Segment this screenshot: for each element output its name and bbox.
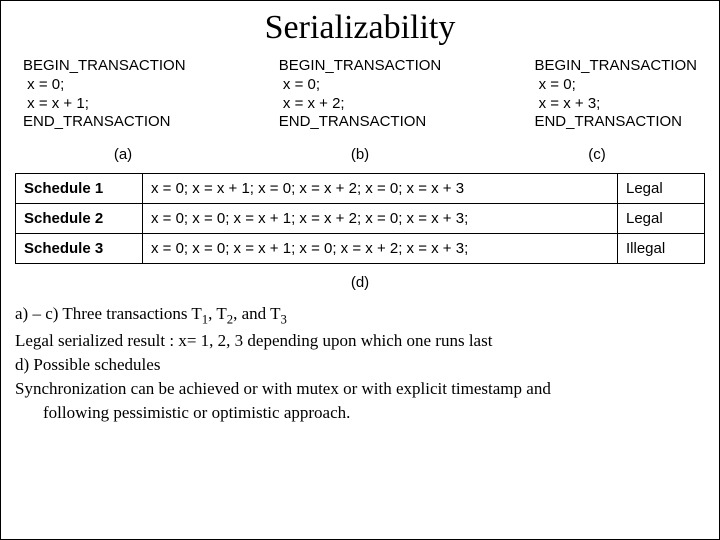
subscript: 3: [280, 312, 286, 326]
table-row: Schedule 1 x = 0; x = x + 1; x = 0; x = …: [16, 174, 705, 204]
schedule-name: Schedule 1: [16, 174, 143, 204]
label-d: (d): [15, 274, 705, 291]
text: , T: [208, 304, 227, 323]
schedule-verdict: Illegal: [618, 234, 705, 264]
slide: Serializability BEGIN_TRANSACTION x = 0;…: [0, 0, 720, 540]
label-b: (b): [260, 146, 460, 163]
schedule-name: Schedule 3: [16, 234, 143, 264]
schedule-name: Schedule 2: [16, 204, 143, 234]
schedule-verdict: Legal: [618, 204, 705, 234]
schedule-ops: x = 0; x = 0; x = x + 1; x = 0; x = x + …: [143, 234, 618, 264]
table-row: Schedule 3 x = 0; x = 0; x = x + 1; x = …: [16, 234, 705, 264]
transaction-b: BEGIN_TRANSACTION x = 0; x = x + 2; END_…: [279, 57, 442, 132]
text: a) – c) Three transactions T: [15, 304, 202, 323]
notes-line-3: d) Possible schedules: [15, 354, 705, 376]
transactions-row: BEGIN_TRANSACTION x = 0; x = x + 1; END_…: [15, 57, 705, 132]
transaction-c: BEGIN_TRANSACTION x = 0; x = x + 3; END_…: [534, 57, 697, 132]
schedule-ops: x = 0; x = 0; x = x + 1; x = x + 2; x = …: [143, 204, 618, 234]
page-title: Serializability: [15, 9, 705, 47]
notes-line-2: Legal serialized result : x= 1, 2, 3 dep…: [15, 330, 705, 352]
schedule-verdict: Legal: [618, 174, 705, 204]
schedules-table: Schedule 1 x = 0; x = x + 1; x = 0; x = …: [15, 173, 705, 264]
notes-line-5: following pessimistic or optimistic appr…: [15, 402, 705, 424]
schedule-ops: x = 0; x = x + 1; x = 0; x = x + 2; x = …: [143, 174, 618, 204]
notes: a) – c) Three transactions T1, T2, and T…: [15, 303, 705, 424]
notes-line-1: a) – c) Three transactions T1, T2, and T…: [15, 303, 705, 328]
label-c: (c): [497, 146, 697, 163]
transaction-a: BEGIN_TRANSACTION x = 0; x = x + 1; END_…: [23, 57, 186, 132]
text: , and T: [233, 304, 280, 323]
label-a: (a): [23, 146, 223, 163]
transaction-labels: (a) (b) (c): [15, 146, 705, 163]
notes-line-4: Synchronization can be achieved or with …: [15, 378, 705, 400]
table-row: Schedule 2 x = 0; x = 0; x = x + 1; x = …: [16, 204, 705, 234]
